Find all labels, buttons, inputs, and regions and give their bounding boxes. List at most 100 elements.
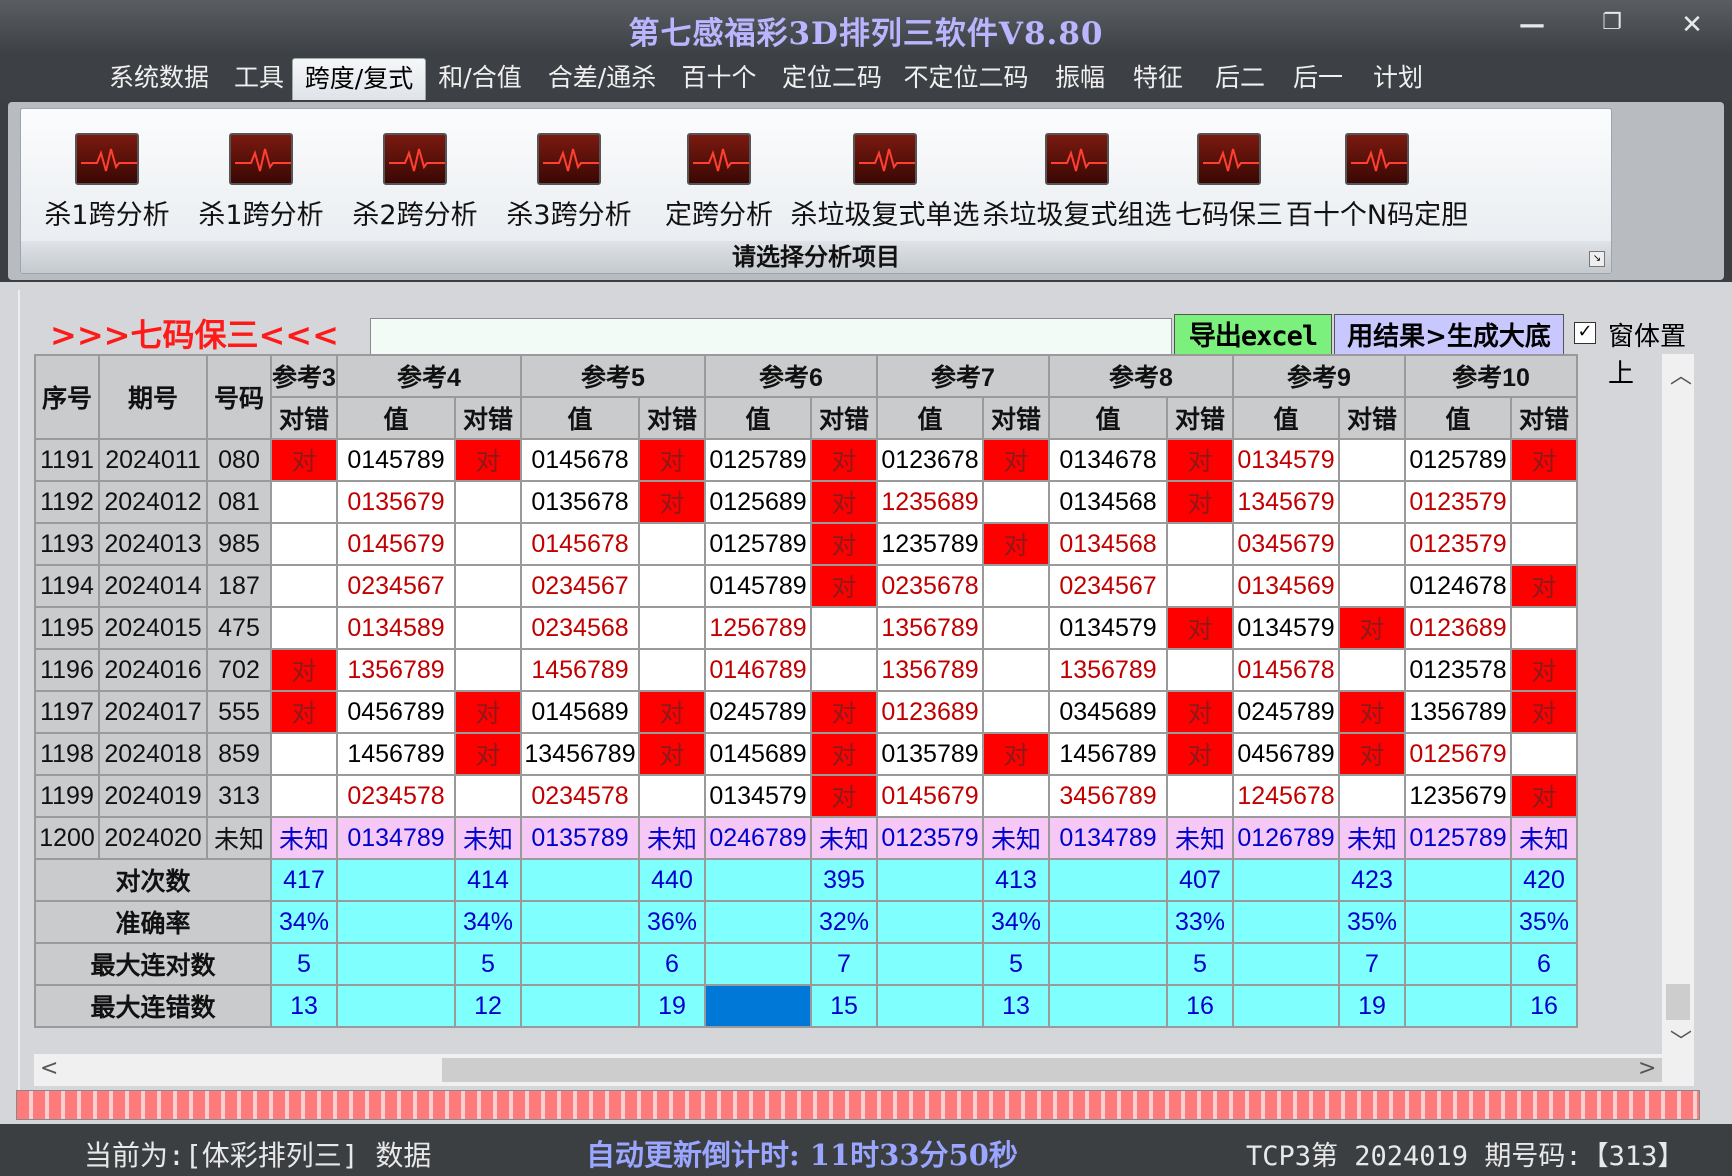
cell-value[interactable]: 1235679 (1404, 774, 1512, 818)
cell-result[interactable] (810, 648, 878, 692)
cell-value[interactable]: 0145789 (704, 564, 812, 608)
stats-value[interactable]: 19 (1338, 984, 1406, 1028)
cell-result[interactable] (1338, 774, 1406, 818)
cell-result[interactable]: 对 (454, 438, 522, 482)
stats-value[interactable]: 15 (810, 984, 878, 1028)
cell-result[interactable]: 对 (810, 522, 878, 566)
close-button[interactable]: ✕ (1672, 10, 1712, 40)
table-row[interactable]: 1192 2024012 081 0135679 0135678 对 0125689 对 123… (34, 480, 1578, 524)
cell-result[interactable]: 对 (638, 438, 706, 482)
stats-blank[interactable] (336, 984, 456, 1028)
header-code[interactable]: 号码 (206, 354, 272, 440)
cell-value[interactable]: 0145679 (336, 522, 456, 566)
cell-value[interactable]: 0123579 (1404, 522, 1512, 566)
stats-value[interactable]: 7 (1338, 942, 1406, 986)
cell-value[interactable]: 13456789 (520, 732, 640, 776)
stats-value[interactable]: 395 (810, 858, 878, 902)
stats-value[interactable]: 33% (1166, 900, 1234, 944)
stats-label[interactable]: 准确率 (34, 900, 272, 944)
cell-value[interactable]: 0135678 (520, 480, 640, 524)
cell-result[interactable] (982, 564, 1050, 608)
cell-value[interactable]: 0234567 (520, 564, 640, 608)
cell-result[interactable]: 未知 (1166, 816, 1234, 860)
stats-value[interactable]: 34% (270, 900, 338, 944)
header-group[interactable]: 参考6 (704, 354, 878, 398)
cell-result[interactable] (638, 648, 706, 692)
table-row[interactable]: 1198 2024018 859 1456789 对 13456789 对 0145689 对 0… (34, 732, 1578, 776)
stats-value[interactable]: 7 (810, 942, 878, 986)
stats-blank[interactable] (704, 900, 812, 944)
cell-result[interactable]: 未知 (454, 816, 522, 860)
cell-value[interactable]: 3456789 (1048, 774, 1168, 818)
stats-blank[interactable] (336, 900, 456, 944)
cell-value[interactable]: 0123578 (1404, 648, 1512, 692)
cell-result[interactable] (1166, 564, 1234, 608)
cell-value[interactable]: 0134789 (336, 816, 456, 860)
cell-result[interactable]: 对 (270, 648, 338, 692)
header-result[interactable]: 对错 (1166, 396, 1234, 440)
cell-result[interactable]: 未知 (1510, 816, 1578, 860)
cell-result[interactable]: 未知 (270, 816, 338, 860)
cell-seq[interactable]: 1200 (34, 816, 100, 860)
stats-row[interactable]: 最大连错数 13 12 19 15 13 16 19 16 (34, 984, 1578, 1028)
stats-value[interactable]: 407 (1166, 858, 1234, 902)
cell-result[interactable] (270, 564, 338, 608)
cell-result[interactable]: 未知 (1338, 816, 1406, 860)
cell-value[interactable]: 1235789 (876, 522, 984, 566)
stats-blank[interactable] (336, 858, 456, 902)
stats-value[interactable]: 32% (810, 900, 878, 944)
cell-value[interactable]: 0135789 (876, 732, 984, 776)
cell-result[interactable]: 对 (454, 690, 522, 734)
stats-value[interactable]: 35% (1510, 900, 1578, 944)
cell-result[interactable]: 对 (638, 480, 706, 524)
cell-value[interactable]: 0135789 (520, 816, 640, 860)
header-group[interactable]: 参考5 (520, 354, 706, 398)
stats-value[interactable]: 423 (1338, 858, 1406, 902)
cell-result[interactable]: 对 (454, 732, 522, 776)
cell-result[interactable]: 对 (1338, 690, 1406, 734)
stats-blank[interactable] (704, 858, 812, 902)
cell-result[interactable]: 对 (270, 690, 338, 734)
cell-value[interactable]: 0235678 (876, 564, 984, 608)
menu-item[interactable]: 百十个 (676, 58, 762, 100)
header-seq[interactable]: 序号 (34, 354, 100, 440)
cell-result[interactable] (270, 522, 338, 566)
menu-item[interactable]: 定位二码 (776, 58, 888, 100)
cell-result[interactable] (454, 648, 522, 692)
cell-result[interactable] (982, 480, 1050, 524)
menu-item[interactable]: 系统数据 (100, 58, 218, 100)
ribbon-button[interactable]: 杀垃圾复式单选 (785, 133, 985, 232)
stats-blank[interactable] (1048, 942, 1168, 986)
table-row[interactable]: 1196 2024016 702 对 1356789 1456789 0146789 1356… (34, 648, 1578, 692)
cell-value[interactable]: 0125789 (704, 438, 812, 482)
cell-value[interactable]: 0134678 (1048, 438, 1168, 482)
cell-period[interactable]: 2024017 (98, 690, 208, 734)
cell-result[interactable]: 对 (1510, 438, 1578, 482)
cell-result[interactable] (454, 480, 522, 524)
stats-blank[interactable] (520, 984, 640, 1028)
cell-result[interactable]: 对 (982, 522, 1050, 566)
table-row[interactable]: 1197 2024017 555 对 0456789 对 0145689 对 0245789 对 0… (34, 690, 1578, 734)
cell-result[interactable]: 对 (1510, 648, 1578, 692)
cell-result[interactable]: 对 (1338, 606, 1406, 650)
header-period[interactable]: 期号 (98, 354, 208, 440)
cell-code[interactable]: 080 (206, 438, 272, 482)
cell-value[interactable]: 1456789 (520, 648, 640, 692)
cell-result[interactable] (270, 480, 338, 524)
stats-blank[interactable] (1048, 900, 1168, 944)
result-input[interactable] (370, 318, 1172, 358)
menu-item[interactable]: 和/合值 (430, 58, 530, 100)
topmost-checkbox[interactable]: ✓ (1574, 322, 1596, 344)
dialog-launcher-icon[interactable]: ↘ (1589, 251, 1605, 267)
stats-blank[interactable] (520, 858, 640, 902)
table-row[interactable]: 1199 2024019 313 0234578 0234578 0134579 对 0145… (34, 774, 1578, 818)
stats-blank[interactable] (1232, 900, 1340, 944)
menu-item[interactable]: 特征 (1124, 58, 1192, 100)
cell-code[interactable]: 313 (206, 774, 272, 818)
stats-value[interactable]: 13 (982, 984, 1050, 1028)
header-value[interactable]: 值 (1048, 396, 1168, 440)
cell-value[interactable]: 0234567 (336, 564, 456, 608)
cell-result[interactable]: 对 (810, 690, 878, 734)
cell-period[interactable]: 2024014 (98, 564, 208, 608)
stats-blank[interactable] (1404, 984, 1512, 1028)
